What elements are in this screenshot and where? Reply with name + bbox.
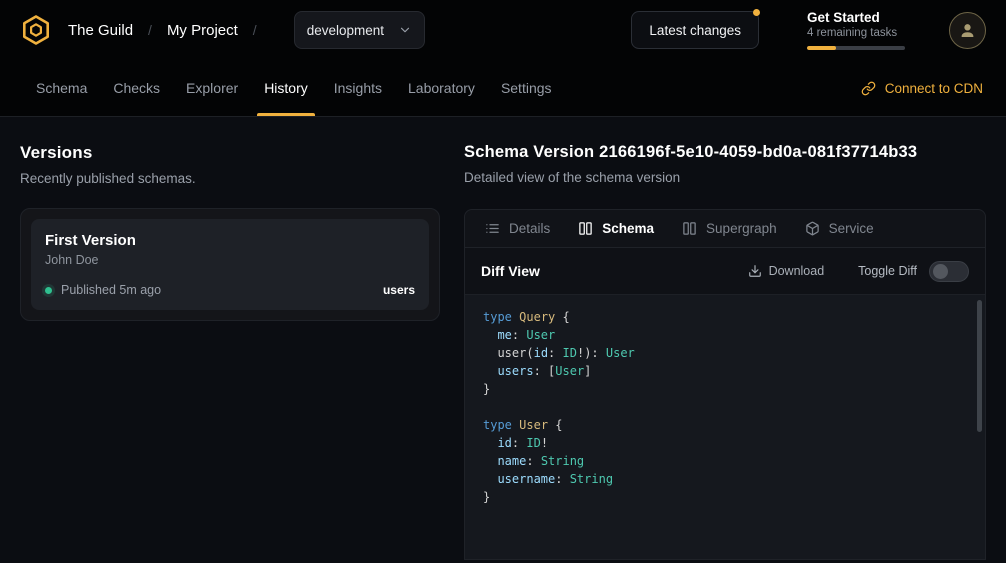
code-line [483, 398, 967, 416]
diff-view-title: Diff View [481, 263, 540, 279]
user-icon [958, 21, 977, 40]
download-label: Download [769, 264, 825, 278]
code-line: name: String [483, 452, 967, 470]
avatar[interactable] [949, 12, 986, 49]
connect-to-cdn-button[interactable]: Connect to CDN [861, 60, 983, 116]
tab-service[interactable]: Service [791, 210, 888, 247]
tab-label: Service [829, 221, 874, 236]
tab-schema[interactable]: Schema [564, 210, 668, 247]
versions-subtitle: Recently published schemas. [20, 171, 440, 186]
tab-label: Schema [602, 221, 654, 236]
nav-tab-label: Checks [113, 80, 160, 96]
detail-card: Details Schema Supergraph Service Diff V… [464, 209, 986, 560]
version-status-text: Published 5m ago [61, 283, 161, 297]
code-line: } [483, 380, 967, 398]
diff-header-row: Diff View Download Toggle Diff [465, 248, 985, 295]
nav-tab-insights[interactable]: Insights [321, 60, 395, 116]
code-scrollbar-thumb[interactable] [977, 300, 982, 432]
nav-tab-history[interactable]: History [251, 60, 321, 116]
tab-supergraph[interactable]: Supergraph [668, 210, 791, 247]
chevron-down-icon [398, 23, 412, 37]
detail-title: Schema Version 2166196f-5e10-4059-bd0a-0… [464, 143, 986, 162]
get-started-subtitle: 4 remaining tasks [807, 27, 905, 39]
environment-select[interactable]: development [294, 11, 425, 49]
get-started-widget[interactable]: Get Started 4 remaining tasks [807, 10, 905, 50]
version-list-item[interactable]: First Version John Doe Published 5m ago … [31, 219, 429, 310]
version-name: First Version [45, 232, 415, 249]
nav-tab-explorer[interactable]: Explorer [173, 60, 251, 116]
toggle-knob [933, 264, 948, 279]
breadcrumb-project[interactable]: My Project [167, 22, 238, 39]
code-line: username: String [483, 470, 967, 488]
tab-details[interactable]: Details [471, 210, 564, 247]
main-content: Versions Recently published schemas. Fir… [0, 117, 1006, 560]
versions-title: Versions [20, 143, 440, 163]
toggle-diff-switch[interactable] [929, 261, 969, 282]
breadcrumb-separator: / [148, 22, 152, 38]
code-line: me: User [483, 326, 967, 344]
code-line: user(id: ID!): User [483, 344, 967, 362]
detail-subtitle: Detailed view of the schema version [464, 170, 986, 185]
breadcrumb-org[interactable]: The Guild [68, 22, 133, 39]
code-line: type User { [483, 416, 967, 434]
version-author: John Doe [45, 253, 415, 267]
notification-dot [753, 9, 760, 16]
hive-logo-icon[interactable] [20, 14, 52, 46]
detail-tabs: Details Schema Supergraph Service [465, 210, 985, 248]
get-started-title: Get Started [807, 10, 905, 25]
toggle-diff-label: Toggle Diff [858, 264, 917, 278]
nav-tab-label: Settings [501, 80, 552, 96]
download-icon [748, 264, 762, 278]
download-button[interactable]: Download [748, 264, 825, 278]
box-icon [805, 221, 820, 236]
code-line: id: ID! [483, 434, 967, 452]
nav-tab-settings[interactable]: Settings [488, 60, 565, 116]
nav-tab-label: Insights [334, 80, 382, 96]
version-meta-row: Published 5m ago users [45, 283, 415, 297]
nav-tab-checks[interactable]: Checks [100, 60, 173, 116]
service-badge: users [383, 283, 415, 297]
tab-label: Details [509, 221, 550, 236]
code-line: type Query { [483, 308, 967, 326]
environment-select-value: development [307, 23, 384, 38]
connect-to-cdn-label: Connect to CDN [885, 81, 983, 96]
schema-code-editor[interactable]: type Query { me: User user(id: ID!): Use… [465, 295, 985, 559]
link-icon [861, 81, 876, 96]
code-line: } [483, 488, 967, 506]
versions-card: First Version John Doe Published 5m ago … [20, 208, 440, 321]
version-status: Published 5m ago [45, 283, 161, 297]
primary-nav: Schema Checks Explorer History Insights … [0, 60, 1006, 117]
version-detail-panel: Schema Version 2166196f-5e10-4059-bd0a-0… [464, 143, 986, 560]
nav-tab-label: Explorer [186, 80, 238, 96]
nav-tab-label: Schema [36, 80, 87, 96]
list-icon [485, 221, 500, 236]
columns-icon [578, 221, 593, 236]
latest-changes-label: Latest changes [649, 23, 741, 38]
get-started-progress-fill [807, 46, 836, 50]
latest-changes-button[interactable]: Latest changes [631, 11, 759, 49]
nav-tab-schema[interactable]: Schema [23, 60, 100, 116]
nav-tab-label: History [264, 80, 308, 96]
code-content: type Query { me: User user(id: ID!): Use… [483, 308, 967, 506]
published-dot-icon [45, 287, 52, 294]
nav-tab-label: Laboratory [408, 80, 475, 96]
top-bar: The Guild / My Project / development Lat… [0, 0, 1006, 60]
tab-label: Supergraph [706, 221, 777, 236]
code-line: users: [User] [483, 362, 967, 380]
versions-panel: Versions Recently published schemas. Fir… [20, 143, 440, 560]
get-started-progress-track [807, 46, 905, 50]
nav-tab-laboratory[interactable]: Laboratory [395, 60, 488, 116]
columns-icon [682, 221, 697, 236]
breadcrumb-separator: / [253, 22, 257, 38]
diff-actions: Download Toggle Diff [748, 261, 969, 282]
